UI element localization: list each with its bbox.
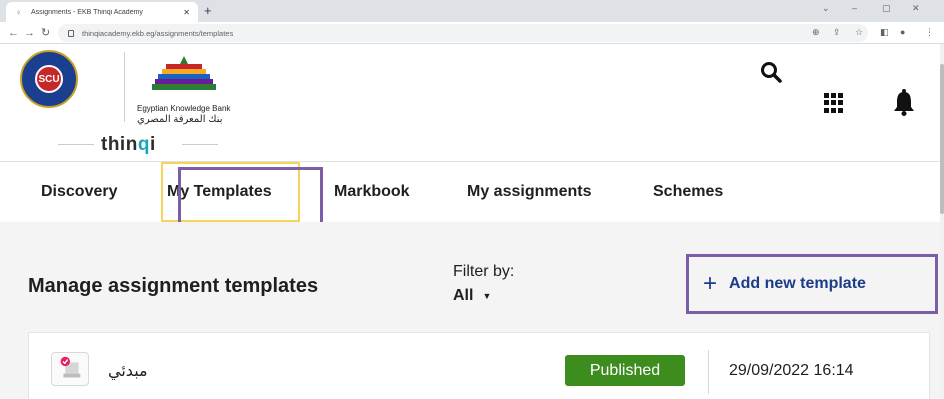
browser-chrome: ♀ Assignments - EKB Thinqi Academy ✕ + ⌄… bbox=[0, 0, 944, 44]
minimize-icon[interactable]: – bbox=[852, 3, 857, 13]
share-icon[interactable]: ⇪ bbox=[833, 24, 841, 40]
thinqi-logo[interactable]: thinqi bbox=[101, 134, 156, 156]
lock-icon bbox=[68, 29, 74, 37]
site-favicon-icon: ♀ bbox=[15, 7, 22, 17]
scu-logo[interactable]: SCU bbox=[20, 50, 78, 108]
row-divider bbox=[708, 350, 709, 394]
filter-label: Filter by: bbox=[453, 263, 515, 280]
maximize-icon[interactable]: ▢ bbox=[882, 3, 891, 14]
nav-markbook[interactable]: Markbook bbox=[334, 183, 410, 201]
browser-toolbar: ← → ↻ thinqiacademy.ekb.eg/assignments/t… bbox=[0, 22, 944, 44]
forward-icon[interactable]: → bbox=[24, 25, 35, 41]
back-icon[interactable]: ← bbox=[8, 25, 19, 41]
new-tab-button[interactable]: + bbox=[204, 3, 212, 19]
bookmark-star-icon[interactable]: ☆ bbox=[855, 24, 863, 40]
url-text: thinqiacademy.ekb.eg/assignments/templat… bbox=[82, 28, 234, 38]
page-title: Manage assignment templates bbox=[28, 275, 319, 297]
filter-selected-value: All bbox=[453, 287, 474, 304]
add-new-template-label: Add new template bbox=[729, 275, 866, 292]
status-badge: Published bbox=[565, 355, 685, 386]
browser-tab[interactable]: ♀ Assignments - EKB Thinqi Academy ✕ bbox=[6, 2, 198, 22]
thinqi-line-left bbox=[58, 144, 94, 145]
scu-logo-text: SCU bbox=[35, 65, 63, 93]
bell-icon[interactable] bbox=[893, 88, 915, 116]
template-thumbnail-icon bbox=[51, 352, 89, 386]
site-header: SCU Egyptian Knowledge Bank بنك المعرفة … bbox=[0, 44, 940, 162]
nav-my-assignments[interactable]: My assignments bbox=[467, 183, 591, 201]
ekb-english-name: Egyptian Knowledge Bank bbox=[137, 104, 231, 113]
ekb-books-icon bbox=[152, 56, 216, 90]
add-new-template-button[interactable]: + Add new template bbox=[703, 270, 866, 297]
filter-dropdown[interactable]: All ▼ bbox=[453, 287, 491, 305]
nav-schemes[interactable]: Schemes bbox=[653, 183, 723, 201]
ekb-arabic-name: بنك المعرفة المصري bbox=[137, 114, 223, 125]
main-nav: Discovery My Templates Markbook My assig… bbox=[0, 162, 940, 222]
tab-title: Assignments - EKB Thinqi Academy bbox=[31, 8, 143, 16]
template-date: 29/09/2022 16:14 bbox=[729, 362, 854, 379]
scrollbar-thumb[interactable] bbox=[940, 64, 944, 214]
tab-strip: ♀ Assignments - EKB Thinqi Academy ✕ + ⌄… bbox=[0, 0, 944, 22]
more-menu-icon[interactable]: ⋮ bbox=[925, 24, 934, 40]
zoom-icon[interactable]: ⊕ bbox=[812, 24, 820, 40]
profile-icon[interactable]: ● bbox=[900, 24, 905, 40]
plus-icon: + bbox=[703, 270, 718, 297]
address-bar[interactable]: thinqiacademy.ekb.eg/assignments/templat… bbox=[58, 24, 868, 42]
nav-discovery[interactable]: Discovery bbox=[41, 183, 118, 201]
reload-icon[interactable]: ↻ bbox=[41, 25, 50, 41]
caret-down-icon: ▼ bbox=[482, 291, 492, 301]
apps-grid-icon[interactable] bbox=[824, 93, 844, 113]
my-templates-annotation-box bbox=[178, 167, 323, 227]
close-window-icon[interactable]: ✕ bbox=[912, 3, 920, 14]
search-icon[interactable] bbox=[760, 61, 782, 83]
close-tab-icon[interactable]: ✕ bbox=[183, 8, 190, 17]
thinqi-line-right bbox=[182, 144, 218, 145]
template-name[interactable]: مبدئي bbox=[108, 361, 148, 381]
logo-divider bbox=[124, 52, 125, 122]
side-panel-icon[interactable]: ◧ bbox=[880, 24, 889, 40]
tab-search-icon[interactable]: ⌄ bbox=[822, 3, 830, 14]
